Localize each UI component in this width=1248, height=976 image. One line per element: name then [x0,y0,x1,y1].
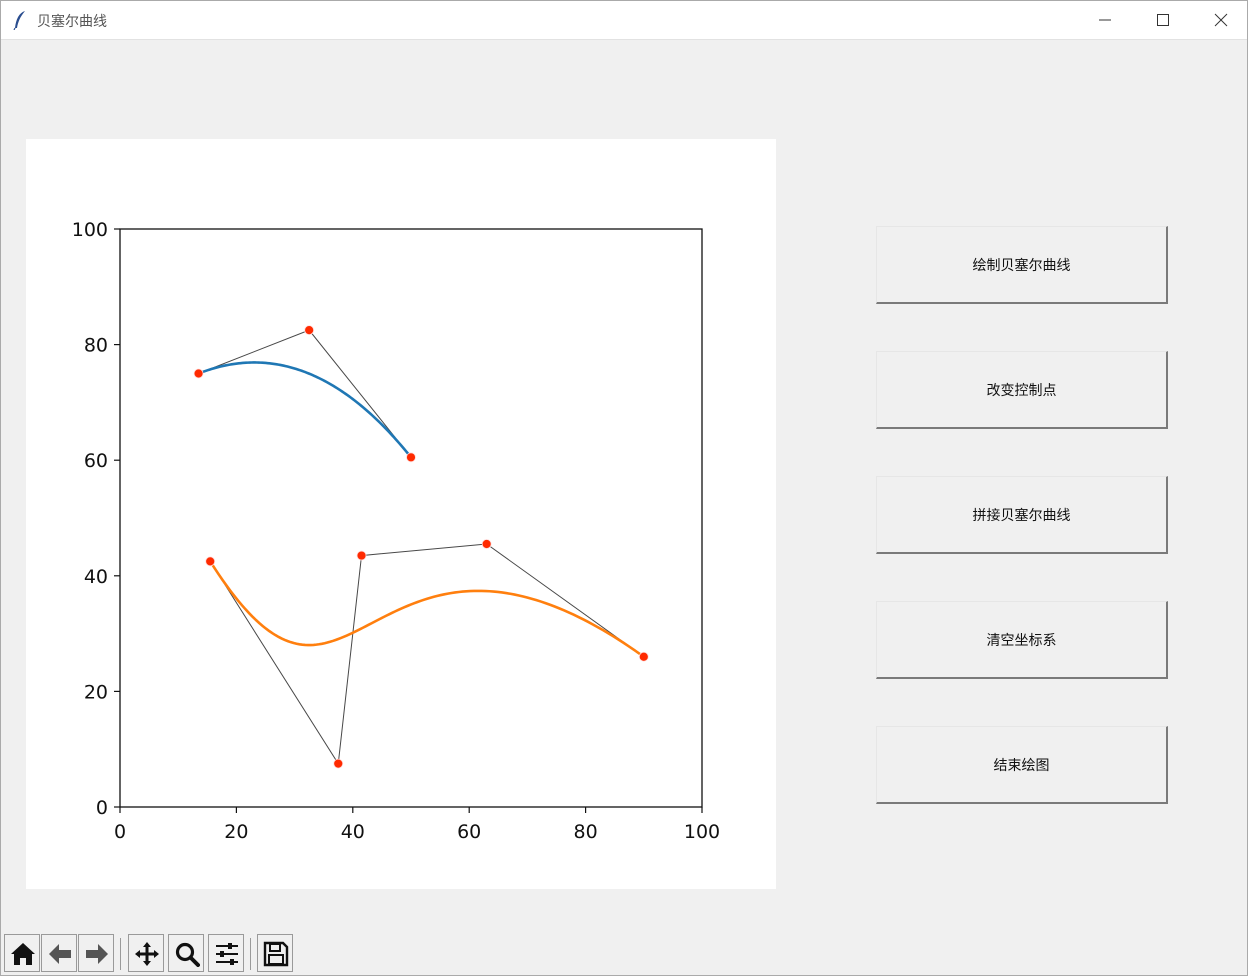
y-tick-label: 20 [84,681,108,703]
save-button[interactable] [257,934,293,972]
control-point[interactable] [193,368,204,379]
control-point[interactable] [406,452,416,463]
plot-canvas[interactable]: 0 20 40 60 80 100 0 20 40 60 80 100 [26,139,776,889]
close-button[interactable] [1192,2,1248,38]
minimize-icon [1099,19,1111,21]
toolbar-separator [120,938,121,970]
control-point[interactable] [304,325,315,336]
control-point[interactable] [638,651,649,662]
y-tick-label: 80 [84,335,108,357]
draw-bezier-button[interactable]: 绘制贝塞尔曲线 [876,226,1168,304]
home-button[interactable] [4,934,40,972]
y-tick-label: 40 [84,566,108,588]
back-button[interactable] [41,934,77,972]
y-tick-label: 100 [72,219,108,241]
zoom-button[interactable] [168,934,204,972]
control-point[interactable] [205,556,216,567]
toolbar-separator [250,938,251,970]
home-icon [11,943,35,965]
pan-button[interactable] [128,934,164,972]
configure-subplots-button[interactable] [208,934,244,972]
x-tick-label: 60 [457,821,481,843]
bezier-chart: 0 20 40 60 80 100 0 20 40 60 80 100 [72,219,720,843]
forward-icon [86,944,108,964]
save-icon [263,941,289,967]
forward-button[interactable] [78,934,114,972]
clear-axes-button[interactable]: 清空坐标系 [876,601,1168,679]
configure-subplots-icon [216,943,238,965]
x-tick-label: 100 [684,821,720,843]
title-bar: 贝塞尔曲线 [1,1,1247,40]
join-bezier-button[interactable]: 拼接贝塞尔曲线 [876,476,1168,554]
x-tick-label: 80 [574,821,598,843]
control-point[interactable] [333,758,344,769]
maximize-icon [1157,14,1169,26]
x-tick-label: 0 [114,821,126,843]
y-tick-label: 60 [84,450,108,472]
pan-icon [135,942,159,966]
close-icon [1214,13,1228,27]
x-tick-label: 40 [341,821,365,843]
maximize-button[interactable] [1134,2,1192,38]
feather-icon [13,11,25,30]
change-control-points-button[interactable]: 改变控制点 [876,351,1168,429]
back-icon [49,944,71,964]
window-title: 贝塞尔曲线 [37,14,107,30]
zoom-icon [175,942,200,967]
control-point[interactable] [356,550,367,561]
x-tick-label: 20 [224,821,248,843]
axes-frame [119,228,703,808]
end-drawing-button[interactable]: 结束绘图 [876,726,1168,804]
control-point[interactable] [481,539,492,549]
minimize-button[interactable] [1076,2,1134,38]
y-tick-label: 0 [96,797,108,819]
